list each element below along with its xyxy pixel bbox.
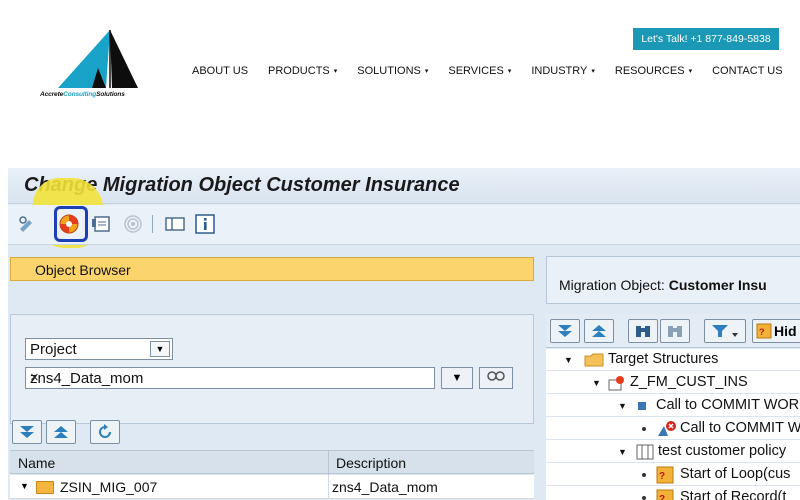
loop-icon: ? <box>656 466 674 484</box>
object-grid-header: Name Description <box>10 450 534 475</box>
collapse-all-icon <box>54 426 68 438</box>
collapse-all-icon <box>592 325 606 337</box>
refresh-button[interactable] <box>90 420 120 444</box>
svg-text:?: ? <box>659 494 665 500</box>
sail-logo-icon <box>58 30 138 88</box>
clear-icon[interactable]: × <box>30 369 428 386</box>
expand-triangle-icon[interactable]: ▼ <box>20 481 29 491</box>
tree-node[interactable]: ▼ Target Structures <box>546 349 800 371</box>
display-change-icon[interactable] <box>16 213 38 235</box>
expand-triangle-icon[interactable]: ▼ <box>564 355 573 365</box>
tree-node[interactable]: Call to COMMIT W <box>546 418 800 440</box>
folder-icon <box>36 481 54 494</box>
target-structures-tree: ▼ Target Structures ▼ Z_FM_CUST_INS ▼ Ca… <box>546 349 800 500</box>
info-icon[interactable] <box>194 213 216 235</box>
structure-toolbar: ? Hid <box>546 314 800 348</box>
loop-icon: ? <box>656 489 674 500</box>
column-description[interactable]: Description <box>336 455 406 471</box>
expand-triangle-icon[interactable]: ▼ <box>618 401 627 411</box>
logo-text: AccreteConsultingSolutions <box>40 91 125 98</box>
object-browser-header: Object Browser <box>10 257 534 281</box>
hide-button[interactable]: ? Hid <box>752 319 800 343</box>
function-module-icon <box>608 376 624 391</box>
bullet-icon <box>642 427 646 431</box>
bullet-icon <box>642 473 646 477</box>
layout-icon[interactable] <box>164 213 186 235</box>
svg-text:?: ? <box>659 471 665 482</box>
main-nav: ABOUT US PRODUCTS ▾ SOLUTIONS ▾ SERVICES ▾ … <box>192 64 783 78</box>
tree-node[interactable]: ▼ Z_FM_CUST_INS <box>546 372 800 394</box>
nav-resources[interactable]: RESOURCES ▾ <box>615 64 692 78</box>
column-name[interactable]: Name <box>18 455 55 471</box>
node-square-icon <box>638 402 646 410</box>
dropdown-button[interactable]: ▼ <box>441 367 473 389</box>
row-description: zns4_Data_mom <box>332 479 438 495</box>
expand-triangle-icon[interactable]: ▼ <box>592 378 601 388</box>
caret-down-icon: ▾ <box>688 68 693 75</box>
binoculars-icon <box>636 326 650 337</box>
nav-about-us[interactable]: ABOUT US <box>192 64 248 78</box>
object-browser-label: Object Browser <box>35 262 131 278</box>
hide-fields-icon: ? <box>756 323 772 339</box>
tree-node[interactable]: ? Start of Record(t <box>546 487 800 500</box>
refresh-icon <box>99 424 111 438</box>
row-name: ZSIN_MIG_007 <box>60 479 158 495</box>
binoculars-next-icon <box>668 326 682 337</box>
nav-industry[interactable]: INDUSTRY ▾ <box>531 64 595 78</box>
sap-title-bar: Change Migration Object Customer Insuran… <box>8 168 800 204</box>
company-logo[interactable]: AccreteConsultingSolutions <box>40 28 140 104</box>
page: AccreteConsultingSolutions Let's Talk! +… <box>0 0 800 500</box>
find-next-button[interactable] <box>660 319 690 343</box>
caret-down-icon: ▾ <box>507 68 512 75</box>
caret-down-icon: ▾ <box>424 68 429 75</box>
expand-all-button[interactable] <box>550 319 580 343</box>
nav-services[interactable]: SERVICES ▾ <box>448 64 511 78</box>
table-icon <box>636 444 654 460</box>
selected-tool-outline <box>54 206 88 242</box>
sap-toolbar <box>8 205 800 245</box>
expand-all-button[interactable] <box>12 420 42 444</box>
glasses-icon <box>487 371 505 381</box>
nav-products[interactable]: PRODUCTS ▾ <box>268 64 337 78</box>
migration-object-header: Migration Object: Customer Insu <box>546 256 800 304</box>
tree-node[interactable]: ? Start of Loop(cus <box>546 464 800 486</box>
contact-phone-button[interactable]: Let's Talk! +1 877-849-5838 <box>633 28 779 50</box>
nav-contact-us[interactable]: CONTACT US <box>712 64 783 78</box>
folder-icon <box>584 353 604 367</box>
object-browser-panel: Project ▼ zns4_Data_mom × ▼ <box>10 314 534 424</box>
expand-all-icon <box>20 426 34 438</box>
tree-node[interactable]: ▼ test customer policy <box>546 441 800 463</box>
project-search-input[interactable]: zns4_Data_mom × <box>25 367 435 389</box>
spiral-icon[interactable] <box>122 213 144 235</box>
call-error-icon <box>658 421 676 436</box>
collapse-all-button[interactable] <box>46 420 76 444</box>
sap-migration-screenshot: Change Migration Object Customer Insuran… <box>8 168 800 500</box>
collapse-all-button[interactable] <box>584 319 614 343</box>
toolbar-separator <box>152 215 153 233</box>
column-divider <box>328 475 329 499</box>
migration-object-label: Migration Object: Customer Insu <box>559 277 767 293</box>
expand-triangle-icon[interactable]: ▼ <box>618 447 627 457</box>
chevron-down-icon[interactable]: ▼ <box>150 341 170 357</box>
filter-button[interactable] <box>704 319 746 343</box>
filter-icon <box>712 325 738 337</box>
find-button[interactable] <box>628 319 658 343</box>
bullet-icon <box>642 496 646 500</box>
column-divider <box>328 451 329 475</box>
caret-down-icon: ▾ <box>591 68 595 75</box>
object-type-select[interactable]: Project ▼ <box>25 338 173 360</box>
svg-text:?: ? <box>759 327 765 337</box>
table-row[interactable]: ▼ ZSIN_MIG_007 zns4_Data_mom <box>10 475 534 499</box>
history-button[interactable] <box>479 367 513 389</box>
tree-node[interactable]: ▼ Call to COMMIT WOR <box>546 395 800 417</box>
expand-all-icon <box>558 325 572 337</box>
caret-down-icon: ▾ <box>333 68 338 75</box>
documentation-icon[interactable] <box>90 213 112 235</box>
nav-solutions[interactable]: SOLUTIONS ▾ <box>357 64 428 78</box>
